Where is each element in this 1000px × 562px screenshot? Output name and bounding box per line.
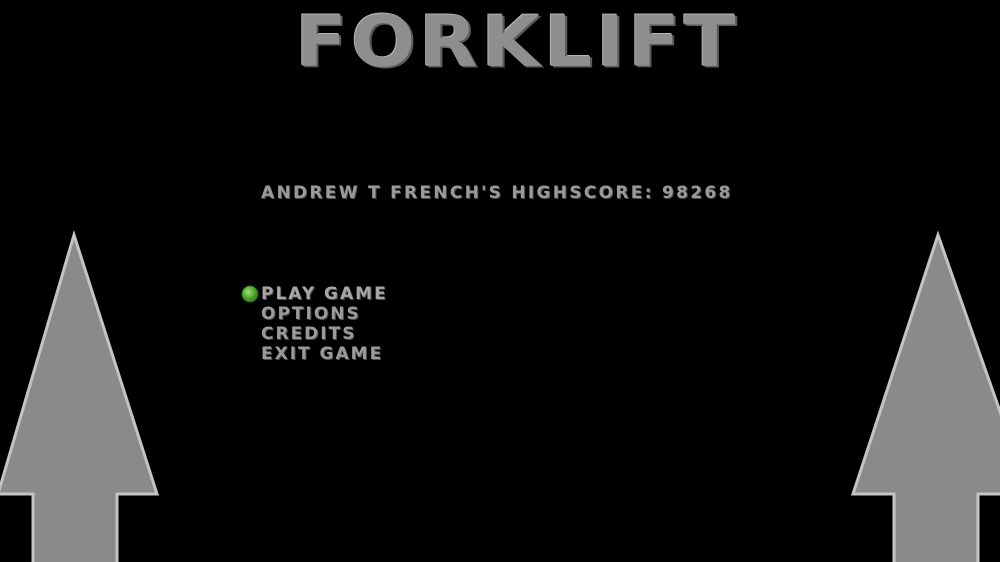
up-arrow-icon	[0, 229, 1000, 562]
left-up-arrow	[0, 229, 160, 562]
main-menu-screen: FORKLIFT ANDREW T FRENCH'S HIGHSCORE: 98…	[0, 0, 1000, 562]
right-up-arrow	[850, 230, 1000, 562]
